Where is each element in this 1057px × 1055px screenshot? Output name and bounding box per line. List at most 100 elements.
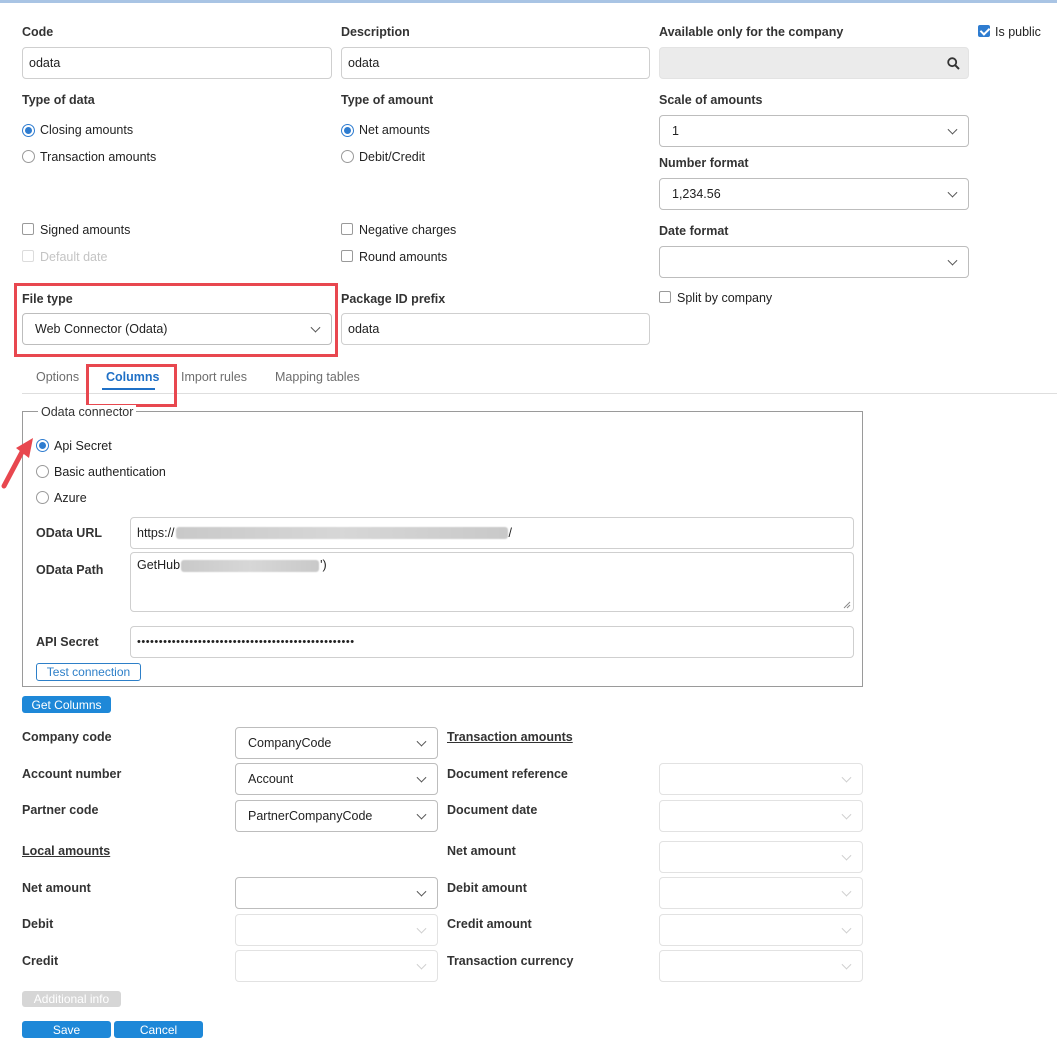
company-label: Available only for the company <box>659 25 844 39</box>
cancel-button[interactable]: Cancel <box>114 1021 203 1038</box>
partner-code-label: Partner code <box>22 803 99 817</box>
chevron-down-icon <box>841 850 852 861</box>
credit-amount-select[interactable] <box>659 914 863 946</box>
company-input[interactable] <box>659 47 969 79</box>
chevron-down-icon <box>416 809 427 820</box>
radio-debit-credit[interactable] <box>341 150 354 163</box>
code-label: Code <box>22 25 54 39</box>
is-public-checkbox[interactable] <box>978 25 990 37</box>
signed-amounts-label: Signed amounts <box>40 223 131 237</box>
package-prefix-label: Package ID prefix <box>341 292 446 306</box>
chevron-down-icon <box>310 322 321 333</box>
radio-transaction-amounts[interactable] <box>22 150 35 163</box>
description-label: Description <box>341 25 410 39</box>
signed-amounts-checkbox[interactable] <box>22 223 34 235</box>
get-columns-button[interactable]: Get Columns <box>22 696 111 713</box>
document-reference-select[interactable] <box>659 763 863 795</box>
odata-path-suffix: ') <box>320 558 327 572</box>
number-format-select[interactable]: 1,234.56 <box>659 178 969 210</box>
round-amounts-checkbox[interactable] <box>341 250 353 262</box>
api-secret-value: ••••••••••••••••••••••••••••••••••••••••… <box>137 636 355 648</box>
resize-handle-icon[interactable] <box>843 601 851 609</box>
tab-mapping-tables[interactable]: Mapping tables <box>275 370 360 384</box>
odata-url-suffix: / <box>508 526 513 540</box>
tab-options[interactable]: Options <box>36 370 79 384</box>
test-connection-button[interactable]: Test connection <box>36 663 141 681</box>
scale-select[interactable]: 1 <box>659 115 969 147</box>
chevron-down-icon <box>947 255 958 266</box>
package-prefix-value: odata <box>348 322 380 336</box>
odata-path-textarea[interactable]: GetHub ') <box>130 552 854 612</box>
default-date-label: Default date <box>40 250 108 264</box>
date-format-select[interactable] <box>659 246 969 278</box>
credit-amount-label: Credit amount <box>447 917 532 931</box>
chevron-down-icon <box>947 124 958 135</box>
account-number-select[interactable]: Account <box>235 763 438 795</box>
closing-amounts-label: Closing amounts <box>40 123 134 137</box>
redacted-region <box>181 560 320 572</box>
package-prefix-input[interactable]: odata <box>341 313 650 345</box>
split-by-company-label: Split by company <box>677 291 773 305</box>
chevron-down-icon <box>947 187 958 198</box>
transaction-amounts-label: Transaction amounts <box>40 150 157 164</box>
radio-azure[interactable] <box>36 491 49 504</box>
debit-label: Debit <box>22 917 54 931</box>
document-reference-label: Document reference <box>447 767 568 781</box>
azure-label: Azure <box>54 491 87 505</box>
file-type-select[interactable]: Web Connector (Odata) <box>22 313 332 345</box>
debit-amount-select[interactable] <box>659 877 863 909</box>
company-code-label: Company code <box>22 730 112 744</box>
chevron-down-icon <box>416 736 427 747</box>
document-date-select[interactable] <box>659 800 863 832</box>
chevron-down-icon <box>841 772 852 783</box>
chevron-down-icon <box>416 886 427 897</box>
file-type-label: File type <box>22 292 73 306</box>
transaction-currency-select[interactable] <box>659 950 863 982</box>
additional-info-button[interactable]: Additional info <box>22 991 121 1007</box>
chevron-down-icon <box>416 959 427 970</box>
api-secret-label: API Secret <box>36 635 99 649</box>
file-type-value: Web Connector (Odata) <box>35 322 168 336</box>
account-number-value: Account <box>248 772 294 786</box>
transaction-net-amount-select[interactable] <box>659 841 863 873</box>
type-of-amount-label: Type of amount <box>341 93 434 107</box>
debit-credit-label: Debit/Credit <box>359 150 425 164</box>
description-input[interactable]: odata <box>341 47 650 79</box>
basic-authentication-label: Basic authentication <box>54 465 166 479</box>
document-date-label: Document date <box>447 803 538 817</box>
negative-charges-checkbox[interactable] <box>341 223 353 235</box>
odata-url-prefix: https:// <box>137 526 175 540</box>
odata-connector-legend: Odata connector <box>38 405 137 419</box>
split-by-company-checkbox[interactable] <box>659 291 671 303</box>
account-number-label: Account number <box>22 767 122 781</box>
api-secret-input[interactable]: ••••••••••••••••••••••••••••••••••••••••… <box>130 626 854 658</box>
partner-code-select[interactable]: PartnerCompanyCode <box>235 800 438 832</box>
transaction-amounts-header: Transaction amounts <box>447 730 573 744</box>
api-secret-option-label: Api Secret <box>54 439 112 453</box>
number-format-value: 1,234.56 <box>672 187 721 201</box>
radio-net-amounts[interactable] <box>341 124 354 137</box>
scale-value: 1 <box>672 124 679 138</box>
type-of-data-label: Type of data <box>22 93 95 107</box>
debit-select[interactable] <box>235 914 438 946</box>
credit-select[interactable] <box>235 950 438 982</box>
negative-charges-label: Negative charges <box>359 223 457 237</box>
odata-path-label: OData Path <box>36 563 104 577</box>
net-amount-select[interactable] <box>235 877 438 909</box>
odata-url-input[interactable]: https:// / <box>130 517 854 549</box>
chevron-down-icon <box>416 923 427 934</box>
radio-closing-amounts[interactable] <box>22 124 35 137</box>
transaction-currency-label: Transaction currency <box>447 954 574 968</box>
is-public-label: Is public <box>995 25 1041 39</box>
tab-import-rules[interactable]: Import rules <box>181 370 247 384</box>
company-code-select[interactable]: CompanyCode <box>235 727 438 759</box>
company-code-value: CompanyCode <box>248 736 332 750</box>
search-icon[interactable] <box>947 57 960 70</box>
code-input[interactable]: odata <box>22 47 332 79</box>
description-value: odata <box>348 56 380 70</box>
net-amounts-label: Net amounts <box>359 123 430 137</box>
chevron-down-icon <box>841 959 852 970</box>
columns-tab-highlight <box>86 364 177 407</box>
save-button[interactable]: Save <box>22 1021 111 1038</box>
default-date-checkbox[interactable] <box>22 250 34 262</box>
